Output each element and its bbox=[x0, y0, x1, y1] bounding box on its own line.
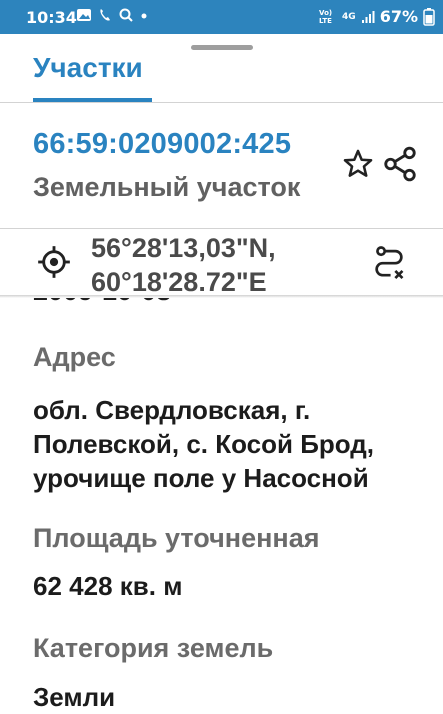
address-value[interactable]: обл. Свердловская, г. Полевской, с. Косо… bbox=[33, 393, 433, 495]
gps-target-icon[interactable] bbox=[35, 243, 73, 281]
address-line: Полевской, с. Косой Брод, bbox=[33, 429, 375, 459]
cadastral-number[interactable]: 66:59:0209002:425 bbox=[33, 128, 291, 161]
search-icon bbox=[119, 8, 133, 22]
coordinates-bar: 56°28'13,03"N, 60°18'28.72"E bbox=[0, 229, 443, 295]
land-category-value[interactable]: Земли bbox=[33, 680, 433, 714]
network-label: 4G bbox=[342, 11, 356, 22]
tab-parcels[interactable]: Участки bbox=[33, 52, 143, 84]
area-label: Площадь уточненная bbox=[33, 523, 320, 553]
route-icon[interactable] bbox=[370, 243, 408, 283]
latitude-text[interactable]: 56°28'13,03"N, bbox=[91, 233, 276, 264]
object-type: Земельный участок bbox=[33, 172, 301, 202]
battery-level: 67% bbox=[379, 7, 418, 26]
area-value[interactable]: 62 428 кв. м bbox=[33, 569, 433, 603]
dot-icon bbox=[141, 13, 147, 19]
longitude-text[interactable]: 60°18'28.72"E bbox=[91, 267, 267, 295]
status-time: 10:34 bbox=[26, 8, 77, 27]
address-line: обл. Свердловская, г. bbox=[33, 395, 311, 425]
signal-icon bbox=[361, 10, 375, 23]
address-label: Адрес bbox=[33, 342, 116, 372]
call-icon bbox=[100, 9, 110, 21]
system-icons: Vo) LTE 4G 67% bbox=[319, 7, 435, 26]
sheet-drag-handle[interactable] bbox=[191, 45, 253, 50]
divider bbox=[0, 102, 443, 103]
notification-icons bbox=[76, 7, 149, 23]
divider bbox=[0, 295, 443, 298]
land-category-label: Категория земель bbox=[33, 633, 274, 663]
status-bar: 10:34 Vo) LTE 4G 67% bbox=[0, 0, 443, 34]
battery-icon bbox=[423, 7, 435, 26]
address-line: урочище поле у Насосной bbox=[33, 463, 369, 493]
share-icon[interactable] bbox=[381, 145, 419, 183]
favorite-star-icon[interactable] bbox=[341, 147, 375, 181]
gallery-icon bbox=[77, 9, 91, 21]
volte-label: Vo) LTE bbox=[319, 8, 333, 25]
